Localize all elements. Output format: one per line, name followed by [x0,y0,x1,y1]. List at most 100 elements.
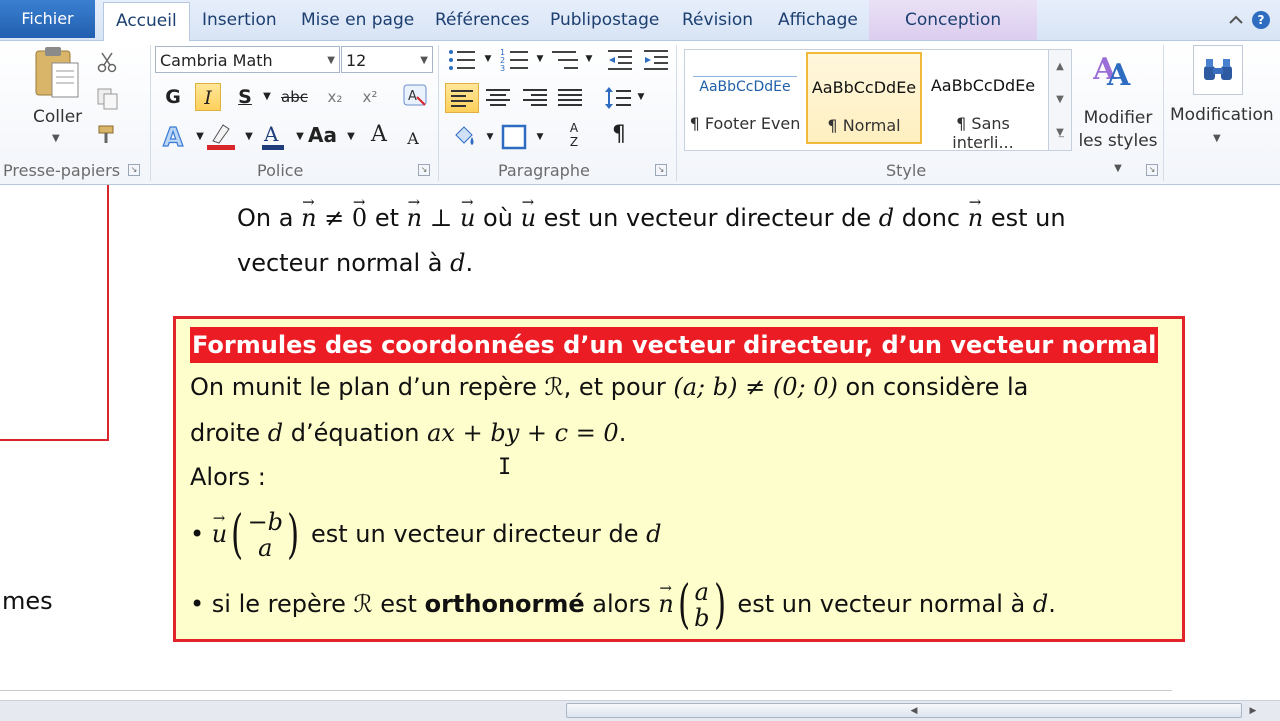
chevron-down-icon[interactable]: ▼ [576,45,602,73]
previous-box-border [107,185,109,440]
svg-text:3: 3 [500,64,505,73]
tab-revision[interactable]: Révision [682,0,753,40]
page-divider [0,690,1172,691]
math-d: d [646,520,662,548]
chevron-down-icon[interactable]: ▼ [527,123,553,151]
help-icon[interactable]: ? [1252,11,1270,29]
chevron-down-icon[interactable]: ▼ [628,83,654,111]
clear-formatting-icon[interactable]: A [400,83,430,111]
math-R: ℛ [544,373,564,401]
left-paren: ( [677,575,691,635]
align-right-icon[interactable] [522,87,548,109]
numbering-icon[interactable]: 1 2 3 [500,47,530,73]
font-family-combo[interactable]: Cambria Math ▼ [155,46,340,73]
minimize-ribbon-icon[interactable] [1228,12,1244,28]
horizontal-scrollbar[interactable]: ◀ ▶ [0,700,1280,721]
change-case-button[interactable]: Aa [308,121,337,149]
styles-gallery-scroll[interactable]: ▲ ▼ ▼̲ [1048,50,1071,150]
group-divider [676,45,677,181]
change-styles-line2: les styles [1078,131,1158,151]
tab-file[interactable]: Fichier [0,0,95,38]
chevron-down-icon[interactable]: ▼ [475,45,501,73]
sort-button[interactable]: AZ [561,121,587,149]
bullets-icon[interactable] [447,47,477,73]
italic-button[interactable]: I [195,83,221,111]
paste-icon[interactable] [32,45,82,103]
vector-bottom: b [694,604,710,632]
chevron-down-icon[interactable]: ▼ [254,83,280,111]
vector-bottom: a [258,534,273,562]
scroll-left-icon[interactable]: ◀ [906,703,922,719]
subscript-button[interactable]: x₂ [322,83,348,111]
tab-conception[interactable]: Conception [869,0,1038,40]
chevron-up-icon[interactable]: ▲ [1049,50,1071,83]
text-run: on considère la [837,373,1029,401]
borders-icon[interactable] [500,123,528,151]
tab-affichage[interactable]: Affichage [778,0,858,40]
font-launcher-icon[interactable]: ↘ [418,164,430,176]
decrease-indent-icon[interactable] [606,47,634,73]
shrink-font-button[interactable]: A [400,125,426,153]
style-footer-even[interactable]: AaBbCcDdEe ¶ Footer Even [687,52,803,144]
clipped-margin-text: mes [2,587,53,615]
clipboard-launcher-icon[interactable]: ↘ [128,164,140,176]
group-divider [1163,45,1164,181]
bold-button[interactable]: G [160,83,186,111]
tab-publipostage[interactable]: Publipostage [550,0,659,40]
justify-icon[interactable] [557,87,583,109]
bullet: • [190,590,205,618]
text-run: . [465,249,474,277]
style-no-spacing[interactable]: AaBbCcDdEe ¶ Sans interli... [925,52,1041,152]
align-left-button[interactable] [445,83,479,113]
text-cursor-icon: I [498,455,512,480]
highlight-color-icon[interactable] [205,121,237,151]
paste-dropdown-arrow[interactable]: ▼ [52,133,60,144]
tab-mise-en-page[interactable]: Mise en page [301,0,414,40]
math-equation: ax + by + c = 0 [427,419,619,447]
editing-label[interactable]: Modification [1170,105,1274,125]
superscript-button[interactable]: x² [357,83,383,111]
find-button[interactable] [1193,45,1243,95]
scrollbar-thumb[interactable] [566,703,1242,718]
chevron-down-icon[interactable]: ▼ [338,123,364,151]
text-effects-icon[interactable]: A [160,121,190,151]
paragraph-launcher-icon[interactable]: ↘ [655,164,667,176]
chevron-down-icon[interactable]: ▼ [1049,83,1071,116]
text-run: si le repère [204,590,354,618]
font-size-combo[interactable]: 12 ▼ [341,46,433,73]
text-run: On a [237,204,302,232]
scroll-right-icon[interactable]: ▶ [1245,703,1261,719]
box-line-2: droite d d’équation ax + by + c = 0. [190,413,626,453]
math-R: ℛ [353,590,373,618]
align-center-icon[interactable] [485,87,511,109]
right-paren: ) [287,505,300,565]
more-icon[interactable]: ▼̲ [1049,116,1071,149]
ribbon-tab-bar: Fichier Accueil Insertion Mise en page R… [0,0,1280,42]
vector-u: u [521,180,536,241]
styles-launcher-icon[interactable]: ↘ [1146,164,1158,176]
style-normal[interactable]: AaBbCcDdEe ¶ Normal [806,52,922,144]
document-page[interactable]: On a n ≠ 0 et n ⊥ u où u est un vecteur … [0,180,1280,700]
tab-references[interactable]: Références [435,0,529,40]
font-color-icon[interactable]: A [258,121,288,151]
bullet-1: • u(−ba) est un vecteur directeur de d [190,483,662,569]
strikethrough-button[interactable]: abc [281,83,308,111]
copy-icon[interactable] [96,87,120,111]
paragraph-line-1: On a n ≠ 0 et n ⊥ u où u est un vecteur … [237,180,1066,241]
grow-font-button[interactable]: A [366,121,392,149]
paste-button-label[interactable]: Coller [33,107,82,127]
tab-accueil[interactable]: Accueil [103,2,190,42]
styles-group-label: Style [886,161,927,180]
show-formatting-button[interactable]: ¶ [606,121,632,149]
math-d: d [267,419,284,447]
shading-icon[interactable] [450,123,478,151]
chevron-down-icon[interactable]: ▼ [1213,133,1221,144]
change-styles-icon[interactable]: A A [1093,49,1137,93]
increase-indent-icon[interactable] [642,47,670,73]
format-painter-icon[interactable] [96,123,120,147]
cut-icon[interactable] [96,51,118,73]
svg-text:A: A [163,123,183,151]
chevron-down-icon: ▼ [327,55,335,66]
tab-insertion[interactable]: Insertion [202,0,277,40]
column-vector: −b a [248,509,283,561]
